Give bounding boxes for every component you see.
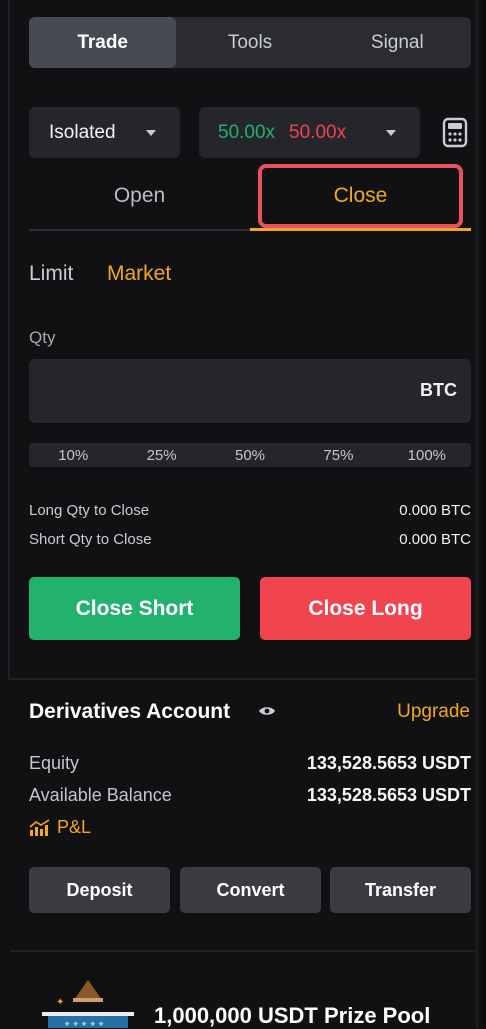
tab-open[interactable]: Open — [29, 170, 250, 222]
percent-75[interactable]: 75% — [294, 443, 382, 467]
equity-label: Equity — [29, 753, 80, 773]
available-balance-label: Available Balance — [29, 785, 172, 805]
transfer-button[interactable]: Transfer — [330, 867, 471, 913]
pnl-label: P&L — [57, 817, 92, 837]
close-short-button[interactable]: Close Short — [29, 577, 240, 640]
right-edge — [482, 0, 486, 1028]
equity-value: 133,528.5653 USDT — [306, 753, 471, 773]
percent-10[interactable]: 10% — [29, 443, 117, 467]
qty-label: Qty — [29, 328, 56, 347]
long-qty-row: Long Qty to Close 0.000 BTC — [29, 502, 471, 519]
promo-title[interactable]: 1,000,000 USDT Prize Pool — [154, 1003, 430, 1029]
margin-mode-value: Isolated — [49, 121, 116, 143]
short-qty-row: Short Qty to Close 0.000 BTC — [29, 531, 471, 548]
available-balance-row: Available Balance 133,528.5653 USDT — [29, 785, 471, 806]
prize-podium-icon: ✦ ★ ★ ★ ★ ★ — [42, 980, 134, 1028]
percent-selector: 10% 25% 50% 75% 100% — [29, 443, 471, 467]
right-divider — [476, 0, 478, 1028]
upgrade-link[interactable]: Upgrade — [370, 701, 470, 723]
section-divider — [10, 950, 476, 952]
margin-mode-select[interactable]: Isolated — [29, 107, 180, 158]
short-qty-label: Short Qty to Close — [29, 531, 152, 548]
short-qty-value: 0.000 BTC — [399, 531, 471, 548]
tab-underline — [29, 229, 250, 231]
long-qty-label: Long Qty to Close — [29, 502, 150, 519]
tab-tools[interactable]: Tools — [176, 17, 323, 68]
chevron-down-icon — [146, 130, 156, 136]
percent-50[interactable]: 50% — [206, 443, 294, 467]
top-tabs: Trade Tools Signal — [29, 17, 471, 68]
left-divider — [8, 0, 10, 680]
svg-text:✦: ✦ — [56, 997, 64, 1008]
available-balance-value: 133,528.5653 USDT — [306, 785, 471, 805]
section-divider — [10, 678, 476, 680]
tab-trade[interactable]: Trade — [29, 17, 177, 68]
order-type-market[interactable]: Market — [107, 262, 171, 286]
pnl-link[interactable]: P&L — [29, 817, 91, 838]
long-leverage: 50.00x — [218, 121, 276, 143]
order-type-limit[interactable]: Limit — [29, 262, 73, 286]
deposit-button[interactable]: Deposit — [29, 867, 170, 913]
eye-icon[interactable] — [258, 704, 276, 718]
calculator-icon[interactable] — [442, 117, 468, 148]
active-tab-underline — [250, 228, 471, 231]
qty-unit: BTC — [420, 380, 457, 400]
short-leverage: 50.00x — [289, 121, 347, 143]
long-qty-value: 0.000 BTC — [399, 502, 471, 519]
svg-text:★ ★ ★ ★ ★: ★ ★ ★ ★ ★ — [64, 1020, 104, 1028]
equity-row: Equity 133,528.5653 USDT — [29, 753, 471, 774]
percent-25[interactable]: 25% — [117, 443, 205, 467]
percent-100[interactable]: 100% — [383, 443, 471, 467]
chevron-down-icon — [386, 130, 396, 136]
pnl-chart-icon — [29, 818, 50, 836]
account-title: Derivatives Account — [29, 700, 231, 723]
close-long-button[interactable]: Close Long — [260, 577, 471, 640]
tab-signal[interactable]: Signal — [324, 17, 471, 68]
close-tab-highlight — [258, 164, 463, 228]
convert-button[interactable]: Convert — [180, 867, 321, 913]
